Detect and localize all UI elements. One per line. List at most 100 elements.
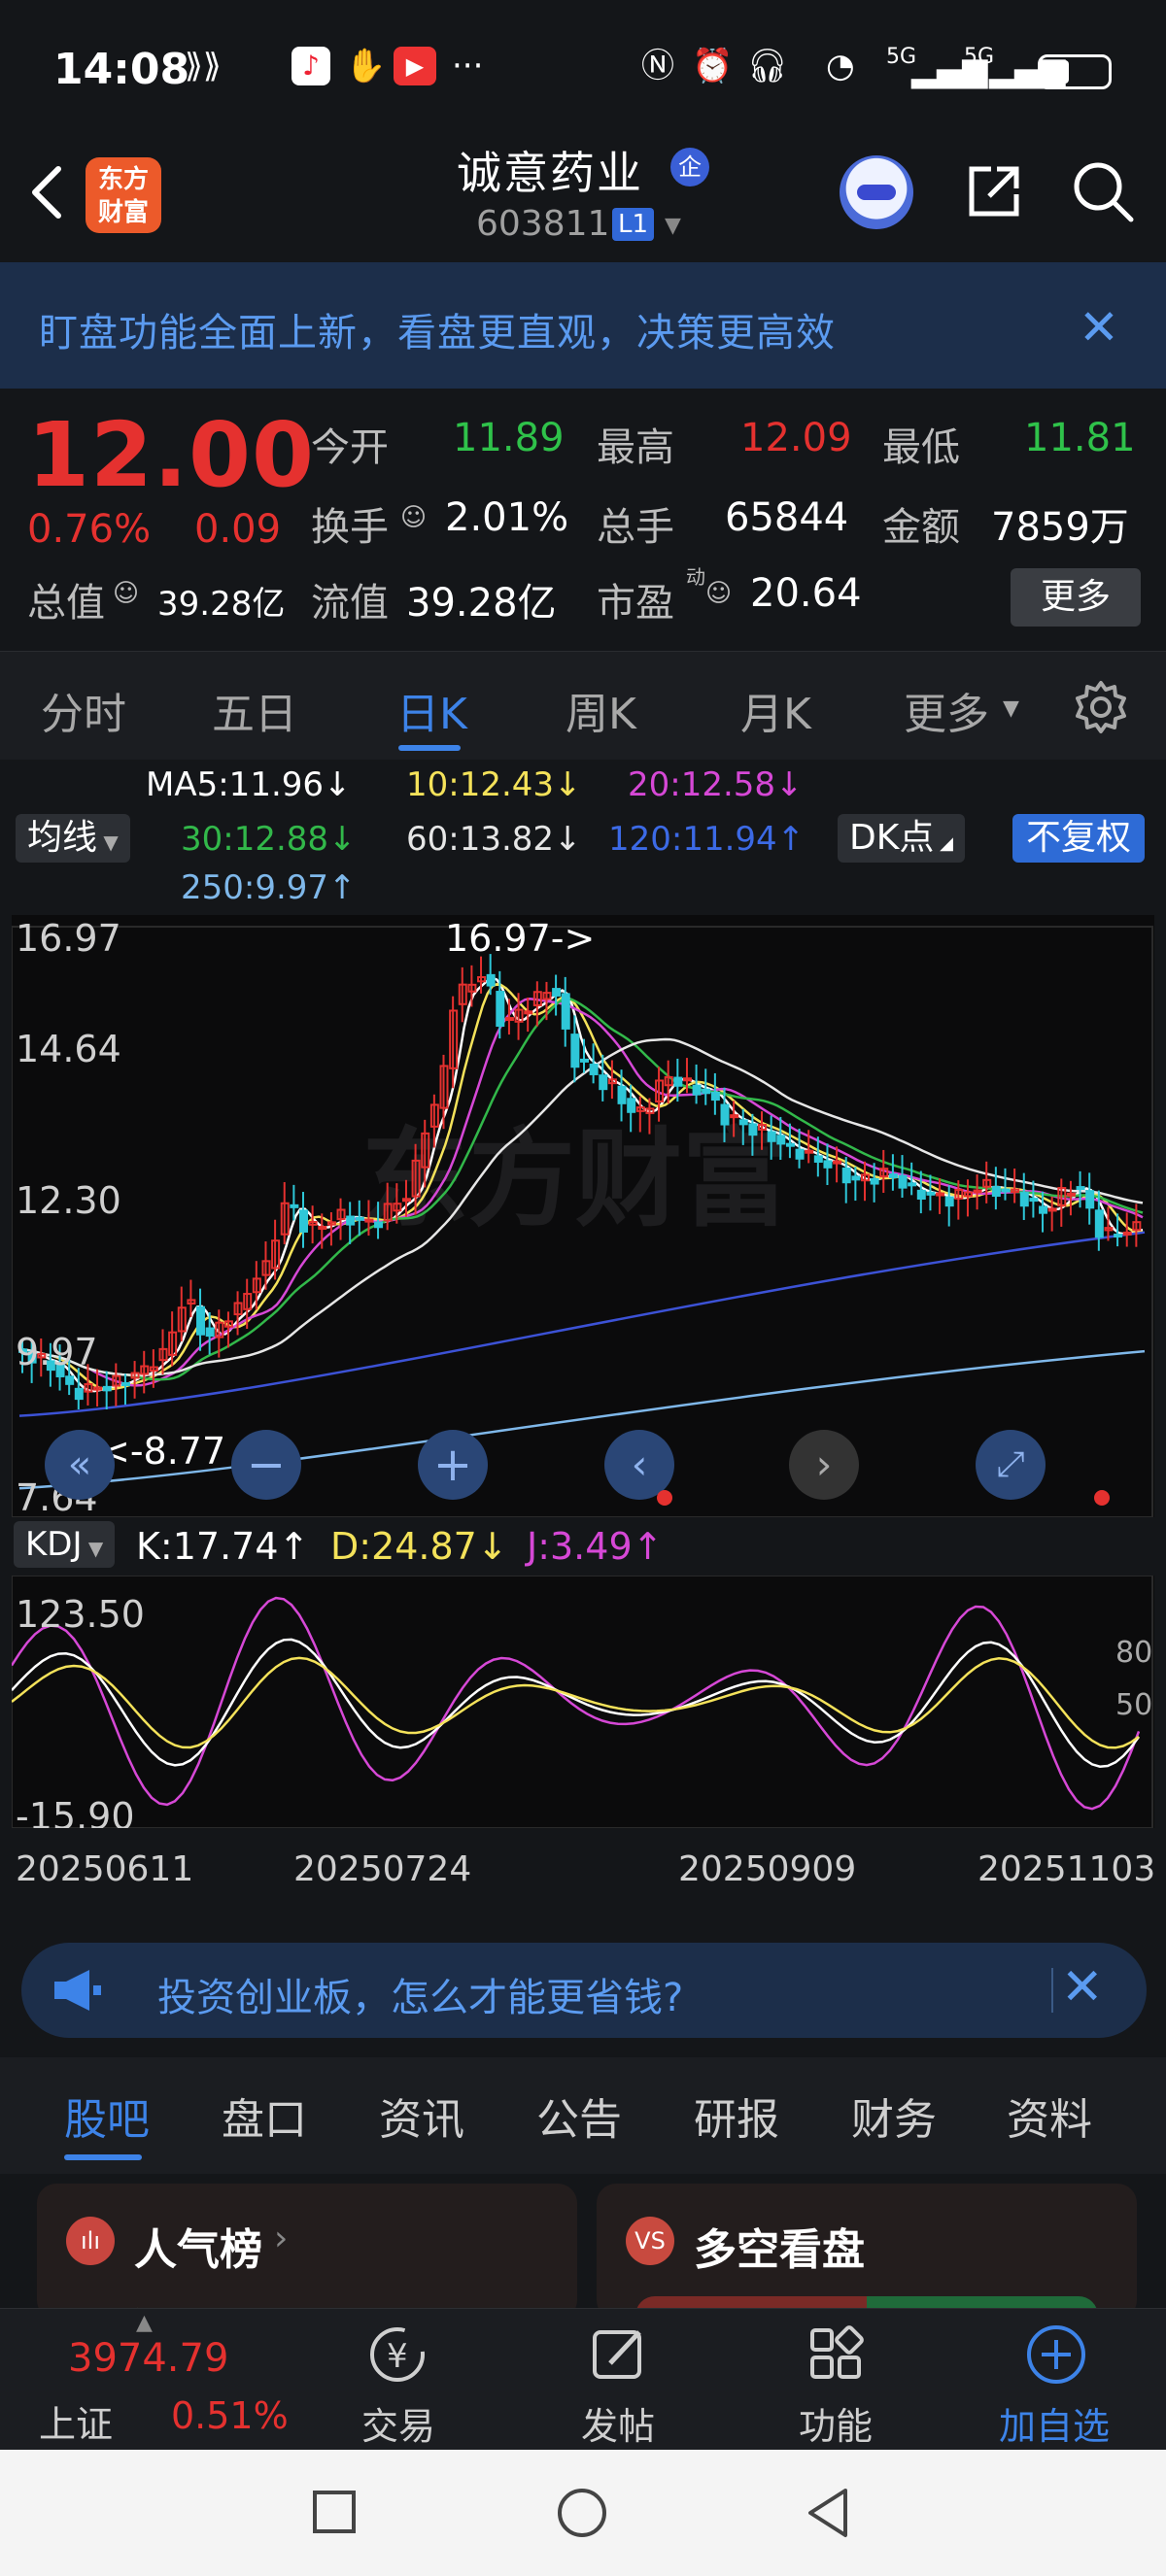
index-change[interactable]: 0.51% [171, 2394, 289, 2437]
tab-announcements[interactable]: 公告 [536, 2085, 622, 2147]
active-tab-underline [398, 745, 461, 751]
tab-intraday[interactable]: 分时 [41, 679, 126, 741]
banner-close-icon[interactable]: ✕ [1079, 299, 1119, 356]
active-tab-underline [64, 2154, 142, 2160]
tab-profile[interactable]: 资料 [1007, 2085, 1092, 2147]
ma250-value: 250:9.97↑ [181, 868, 357, 907]
home-icon[interactable] [558, 2489, 606, 2537]
no-adjust-button[interactable]: 不复权 [1012, 814, 1146, 863]
red-dot-marker [1094, 1490, 1110, 1506]
stock-code: 603811 [476, 204, 610, 244]
tab-daily-k[interactable]: 日K [396, 679, 467, 741]
trade-label[interactable]: 交易 [361, 2396, 435, 2450]
level-dropdown-icon[interactable]: ▼ [665, 214, 681, 238]
notification-icon: ⟫⟫ [185, 47, 222, 85]
vs-icon: VS [626, 2217, 674, 2265]
music-app-icon: ♪ [292, 47, 330, 85]
functions-icon[interactable] [803, 2321, 871, 2389]
scroll-right-icon[interactable]: › [789, 1430, 859, 1500]
red-dot-marker [657, 1490, 672, 1506]
amount-label: 金额 [882, 505, 960, 550]
popularity-title: 人气榜 [134, 2225, 262, 2275]
search-icon[interactable] [1069, 157, 1137, 225]
tab-order-book[interactable]: 盘口 [222, 2085, 307, 2147]
amount-value: 7859万 [991, 505, 1129, 550]
assistant-robot-icon[interactable] [840, 155, 913, 229]
kdj-ref-80: 80 [1115, 1636, 1153, 1670]
video-app-icon: ▶ [394, 47, 436, 85]
dk-point-button[interactable]: DK点 ◢ [838, 814, 965, 863]
trade-icon[interactable]: ¥ [363, 2321, 431, 2389]
fullscreen-icon[interactable]: ⤢ [976, 1430, 1046, 1500]
status-time: 14:08 [53, 45, 190, 94]
open-value: 11.89 [453, 416, 565, 460]
ad-banner[interactable]: 投资创业板，怎么才能更省钱? ✕ [21, 1943, 1147, 2038]
pe-value: 20.64 [750, 571, 862, 616]
low-value: 11.81 [1024, 416, 1136, 460]
kdj-k-value: K:17.74↑ [136, 1525, 310, 1568]
float-cap-label: 流值 [311, 581, 389, 626]
zoom-in-icon[interactable]: + [418, 1430, 488, 1500]
turnover-label: 换手 [311, 505, 389, 550]
y-label-4: 9.97 [16, 1331, 98, 1373]
scroll-left-most-icon[interactable]: « [45, 1430, 115, 1500]
bottom-nav: ▲ 3974.79 上证 0.51% ¥ 交易 发帖 功能 加自选 [0, 2308, 1166, 2450]
kdj-j-value: J:3.49↑ [527, 1525, 664, 1568]
average-line-selector[interactable]: 均线 ▼ [16, 814, 130, 863]
ad-close-icon[interactable]: ✕ [1061, 1958, 1104, 2017]
battery-icon [1038, 54, 1112, 89]
zoom-out-icon[interactable]: − [231, 1430, 301, 1500]
settings-gear-icon[interactable] [1073, 679, 1129, 735]
x-label-3: 20250909 [678, 1849, 857, 1889]
tab-research[interactable]: 研报 [694, 2085, 779, 2147]
chart-period-tabs: 分时 五日 日K 周K 月K 更多 ▼ [0, 651, 1166, 760]
index-name[interactable]: 上证 [39, 2394, 113, 2448]
current-price: 12.00 [27, 403, 316, 507]
low-annotation: <-8.77 [99, 1430, 226, 1473]
ma30-value: 30:12.88↓ [181, 820, 357, 859]
info-icon[interactable]: ☺ [705, 579, 732, 608]
more-quote-button[interactable]: 更多 [1011, 568, 1141, 627]
bull-bear-card[interactable]: VS 多空看盘 [597, 2184, 1137, 2320]
popularity-card[interactable]: ılı 人气榜 › A股市场排名第2514名 [37, 2184, 577, 2320]
change-amount: 0.09 [194, 507, 282, 552]
tab-monthly-k[interactable]: 月K [740, 679, 811, 741]
bull-bear-title: 多空看盘 [694, 2225, 865, 2275]
tab-news[interactable]: 资讯 [379, 2085, 464, 2147]
info-icon[interactable]: ☺ [113, 579, 139, 608]
info-icon[interactable]: ☺ [400, 503, 427, 532]
tab-more[interactable]: 更多 [904, 679, 989, 741]
kline-chart[interactable]: 东方财富 16.97 14.64 12.30 9.97 7.64 16.97->… [12, 915, 1155, 1925]
market-cap-label: 总值 [27, 581, 105, 626]
cards-row: ılı 人气榜 › A股市场排名第2514名 VS 多空看盘 [0, 2174, 1166, 2320]
pe-dynamic-label: 动 [686, 565, 705, 589]
post-label[interactable]: 发帖 [581, 2396, 655, 2450]
eastmoney-logo[interactable]: 东方 财富 [86, 157, 161, 233]
functions-label[interactable]: 功能 [799, 2396, 873, 2450]
tab-weekly-k[interactable]: 周K [566, 679, 636, 741]
status-bar: 14:08 ⟫⟫ ♪ ✋ ▶ ··· Ⓝ ⏰ 🎧︎ ◔ 5G ▂▄▆ 5G ▂▄… [0, 0, 1166, 146]
stock-header: 东方 财富 诚意药业 企 603811 L1 ▼ [0, 126, 1166, 262]
tab-finance[interactable]: 财务 [851, 2085, 937, 2147]
back-nav-icon[interactable] [805, 2487, 853, 2539]
post-icon[interactable] [585, 2321, 653, 2389]
recent-apps-icon[interactable] [313, 2491, 356, 2533]
add-watchlist-label[interactable]: 加自选 [999, 2396, 1110, 2450]
high-annotation: 16.97-> [445, 917, 596, 960]
index-value[interactable]: 3974.79 [68, 2336, 228, 2381]
share-icon[interactable] [962, 159, 1026, 223]
tab-five-day[interactable]: 五日 [212, 679, 297, 741]
level-badge[interactable]: L1 [612, 208, 655, 241]
feature-banner[interactable]: 盯盘功能全面上新，看盘更直观，决策更高效 ✕ [0, 262, 1166, 389]
enterprise-badge: 企 [670, 148, 709, 186]
x-label-2: 20250724 [293, 1849, 472, 1889]
info-tabs: 股吧 盘口 资讯 公告 研报 财务 资料 [0, 2057, 1166, 2174]
kdj-d-value: D:24.87↓ [330, 1525, 508, 1568]
megaphone-icon [54, 1970, 101, 2011]
back-icon[interactable] [27, 163, 66, 221]
indicator-selector[interactable]: KDJ ▼ [14, 1521, 116, 1568]
expand-arrow-icon[interactable]: ▲ [136, 2311, 153, 2335]
add-watchlist-icon[interactable] [1022, 2321, 1090, 2389]
tab-guba[interactable]: 股吧 [64, 2085, 150, 2147]
high-label: 最高 [597, 425, 674, 470]
